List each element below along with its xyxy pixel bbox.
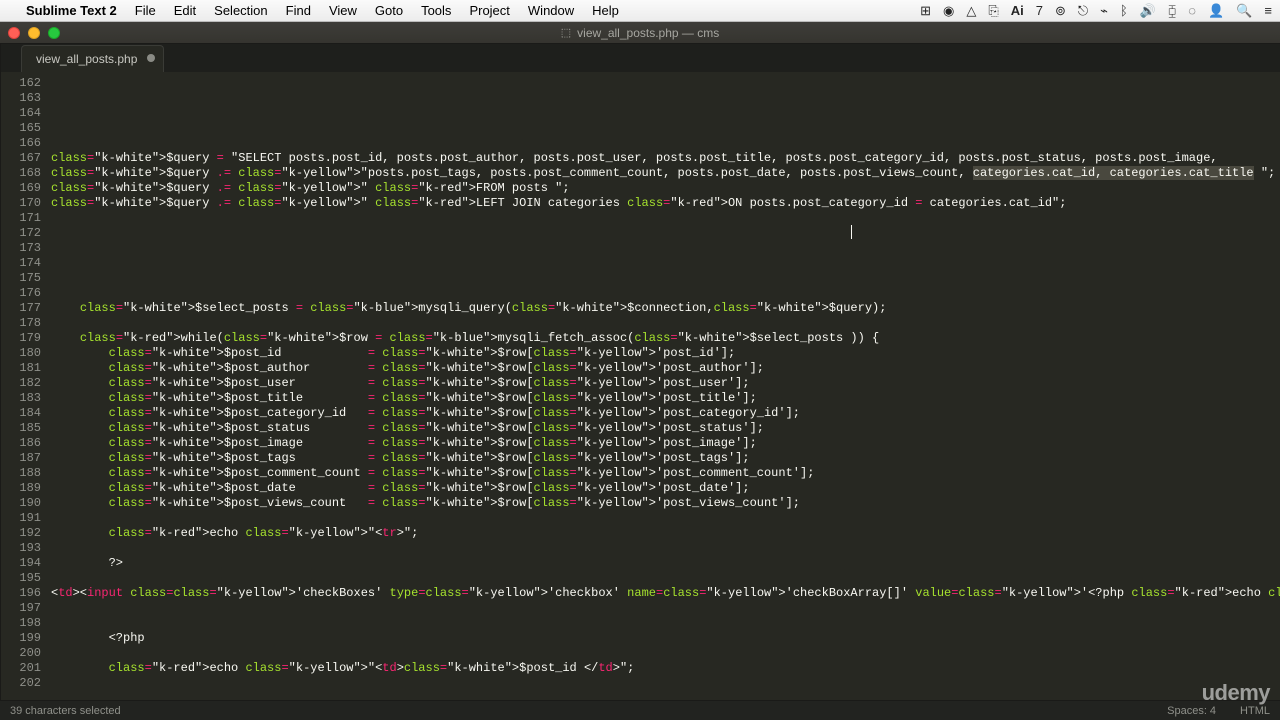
menu-window[interactable]: Window <box>528 3 574 18</box>
selection-status: 39 characters selected <box>10 705 121 717</box>
menu-selection[interactable]: Selection <box>214 3 267 18</box>
minimize-window-button[interactable] <box>28 27 40 39</box>
menu-goto[interactable]: Goto <box>375 3 403 18</box>
status-icon[interactable]: ⌁ <box>1100 3 1108 19</box>
spotlight-icon[interactable]: 🔍 <box>1236 3 1252 19</box>
code-editor[interactable]: class="k-white">$query = "SELECT posts.p… <box>51 72 1280 700</box>
volume-icon[interactable]: 🔊 <box>1140 3 1156 19</box>
status-icon[interactable]: ⊚ <box>1055 3 1066 19</box>
line-number-gutter[interactable]: 1621631641651661671681691701711721731741… <box>1 72 51 700</box>
menu-project[interactable]: Project <box>469 3 509 18</box>
gdrive-icon[interactable]: △ <box>966 3 976 19</box>
tab-bar: view_all_posts.php <box>1 44 1280 72</box>
status-number[interactable]: 7 <box>1036 3 1043 18</box>
tab-view-all-posts[interactable]: view_all_posts.php <box>21 45 164 72</box>
wifi-icon[interactable]: ⧮ <box>1168 3 1176 19</box>
window-title: ⬚ view_all_posts.php — cms <box>561 26 719 40</box>
menu-edit[interactable]: Edit <box>174 3 196 18</box>
status-icon[interactable]: ◉ <box>943 3 954 19</box>
status-bar: 39 characters selected Spaces: 4 HTML <box>0 700 1280 720</box>
menu-file[interactable]: File <box>135 3 156 18</box>
macos-menubar: Sublime Text 2 File Edit Selection Find … <box>0 0 1280 22</box>
menu-view[interactable]: View <box>329 3 357 18</box>
window-titlebar: ⬚ view_all_posts.php — cms <box>0 22 1280 44</box>
user-icon[interactable]: 👤 <box>1208 3 1224 19</box>
tab-dirty-indicator[interactable] <box>147 54 155 62</box>
status-icon[interactable]: ◌ <box>1188 3 1196 18</box>
menubar-status-area: ⊞ ◉ △ ⎘ Ai 7 ⊚ ⎋ ⌁ ᛒ 🔊 ⧮ ◌ 👤 🔍 ≡ <box>920 3 1272 19</box>
notification-center-icon[interactable]: ≡ <box>1264 3 1272 18</box>
adobe-icon[interactable]: Ai <box>1011 3 1024 18</box>
text-cursor <box>851 225 852 239</box>
menu-find[interactable]: Find <box>286 3 311 18</box>
status-icon[interactable]: ⊞ <box>920 3 931 19</box>
status-icon[interactable]: ⎋ <box>1078 3 1088 19</box>
status-icon[interactable]: ⎘ <box>988 3 998 19</box>
bluetooth-icon[interactable]: ᛒ <box>1120 3 1128 18</box>
udemy-watermark: udemy <box>1202 680 1270 706</box>
syntax-status[interactable]: HTML <box>1240 705 1270 717</box>
file-icon: ⬚ <box>561 26 571 39</box>
tab-label: view_all_posts.php <box>36 52 137 66</box>
menu-help[interactable]: Help <box>592 3 619 18</box>
app-menu[interactable]: Sublime Text 2 <box>26 3 117 18</box>
close-window-button[interactable] <box>8 27 20 39</box>
indentation-status[interactable]: Spaces: 4 <box>1167 705 1216 717</box>
zoom-window-button[interactable] <box>48 27 60 39</box>
menu-tools[interactable]: Tools <box>421 3 451 18</box>
